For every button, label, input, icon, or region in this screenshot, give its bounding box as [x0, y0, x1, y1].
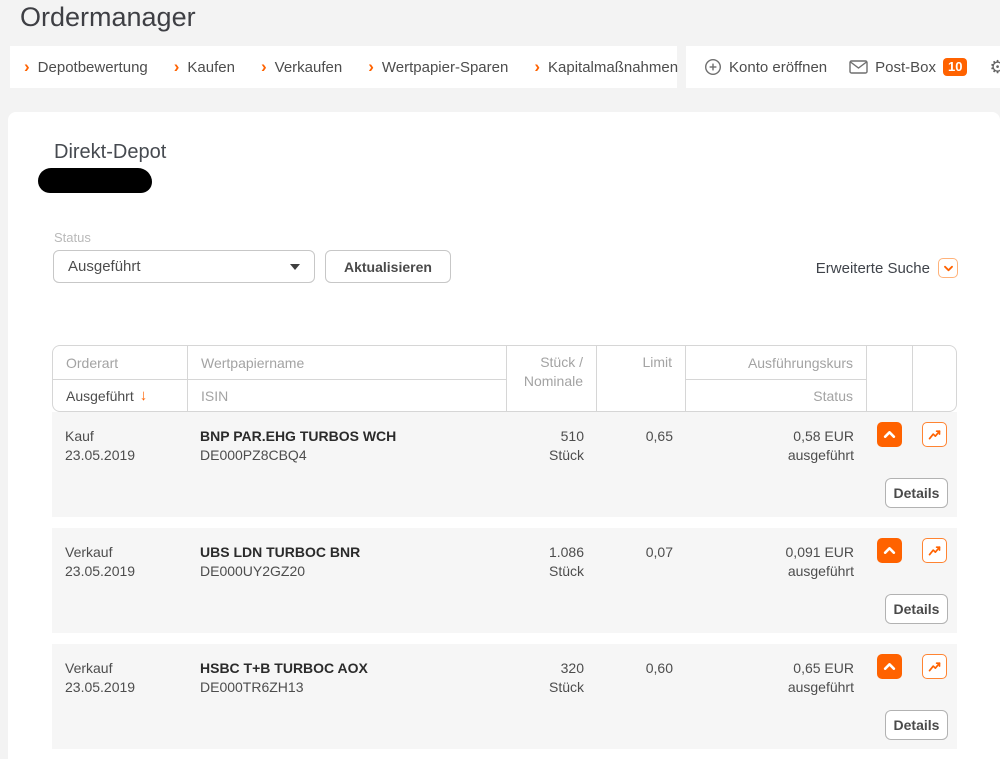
trending-chart-icon: [927, 543, 942, 558]
open-account-button[interactable]: Konto eröffnen: [704, 58, 827, 76]
nav-item-wertpapier-sparen[interactable]: › Wertpapier-Sparen: [368, 59, 508, 76]
nav-item-depotbewertung[interactable]: › Depotbewertung: [24, 59, 148, 76]
collapse-button[interactable]: [877, 654, 902, 679]
sort-desc-icon: ↓: [140, 387, 148, 404]
envelope-icon: [849, 60, 868, 74]
nav-item-kapitalmassnahmen[interactable]: › Kapitalmaßnahmen: [534, 59, 678, 76]
chevron-up-icon: [883, 546, 896, 555]
security-name-isin: UBS LDN TURBOC BNR DE000UY2GZ20: [187, 528, 506, 633]
header-sort-ausgefuehrt[interactable]: Ausgeführt ↓: [53, 380, 188, 411]
limit-cell: 0,60: [596, 644, 685, 749]
status-select-value: Ausgeführt: [68, 258, 141, 275]
service-button[interactable]: ⚙ Service: [989, 58, 1000, 76]
order-row: Verkauf 23.05.2019 HSBC T+B TURBOC AOX D…: [52, 644, 957, 749]
header-isin: ISIN: [188, 380, 507, 411]
price-status-cell: 0,091 EUR ausgeführt: [685, 528, 866, 633]
orders-table: Orderart Wertpapiername Stück /Nominale …: [52, 345, 957, 749]
nav-item-kaufen[interactable]: › Kaufen: [174, 59, 235, 76]
order-row: Verkauf 23.05.2019 UBS LDN TURBOC BNR DE…: [52, 528, 957, 633]
postbox-button[interactable]: Post-Box 10: [849, 58, 967, 76]
header-ausfuehrungskurs: Ausführungskurs: [686, 346, 867, 380]
limit-cell: 0,07: [596, 528, 685, 633]
status-filter-label: Status: [54, 230, 91, 245]
security-name-isin: HSBC T+B TURBOC AOX DE000TR6ZH13: [187, 644, 506, 749]
header-orderart: Orderart: [53, 346, 188, 380]
trending-chart-icon: [927, 659, 942, 674]
orders-table-header: Orderart Wertpapiername Stück /Nominale …: [52, 345, 957, 412]
nav-item-label: Kaufen: [187, 59, 235, 76]
nav-item-verkaufen[interactable]: › Verkaufen: [261, 59, 342, 76]
trending-chart-icon: [927, 427, 942, 442]
limit-cell: 0,65: [596, 412, 685, 517]
primary-nav: › Depotbewertung › Kaufen › Verkaufen › …: [10, 46, 677, 88]
order-row: Kauf 23.05.2019 BNP PAR.EHG TURBOS WCH D…: [52, 412, 957, 517]
nav-item-label: Depotbewertung: [38, 59, 148, 76]
security-name-isin: BNP PAR.EHG TURBOS WCH DE000PZ8CBQ4: [187, 412, 506, 517]
nav-item-label: Wertpapier-Sparen: [382, 59, 508, 76]
advanced-search-toggle[interactable]: Erweiterte Suche: [816, 258, 958, 278]
postbox-count-badge: 10: [943, 58, 967, 76]
secondary-nav: Konto eröffnen Post-Box 10 ⚙ Service: [686, 46, 1000, 88]
right-chevron-icon: ›: [174, 58, 180, 75]
select-caret-icon: [290, 264, 300, 270]
chart-button[interactable]: [922, 422, 947, 447]
header-status: Status: [686, 380, 867, 411]
content-card: Direkt-Depot Status Ausgeführt Aktualisi…: [8, 112, 1000, 759]
header-limit: Limit: [597, 346, 686, 411]
nav-item-label: Verkaufen: [275, 59, 343, 76]
header-icon-col-1: [867, 346, 913, 411]
price-status-cell: 0,58 EUR ausgeführt: [685, 412, 866, 517]
right-chevron-icon: ›: [24, 58, 30, 75]
details-button[interactable]: Details: [885, 710, 948, 740]
header-icon-col-2: [913, 346, 958, 411]
status-select[interactable]: Ausgeführt: [53, 250, 315, 283]
open-account-label: Konto eröffnen: [729, 59, 827, 76]
depot-title: Direkt-Depot: [54, 141, 166, 164]
right-chevron-icon: ›: [261, 58, 267, 75]
collapse-button[interactable]: [877, 422, 902, 447]
quantity-cell: 1.086 Stück: [506, 528, 596, 633]
header-wertpapiername: Wertpapiername: [188, 346, 507, 380]
advanced-search-label: Erweiterte Suche: [816, 260, 930, 277]
order-type-date: Verkauf 23.05.2019: [52, 528, 187, 633]
chevron-up-icon: [883, 662, 896, 671]
chart-button[interactable]: [922, 654, 947, 679]
header-stueck-nominale: Stück /Nominale: [507, 346, 597, 411]
plus-circle-icon: [704, 58, 722, 76]
chevron-down-icon[interactable]: [938, 258, 958, 278]
chevron-up-icon: [883, 430, 896, 439]
page-title: Ordermanager: [20, 2, 196, 33]
gear-icon: ⚙: [989, 58, 1000, 76]
right-chevron-icon: ›: [534, 58, 540, 75]
redacted-account-name: [38, 168, 152, 193]
quantity-cell: 320 Stück: [506, 644, 596, 749]
nav-item-label: Kapitalmaßnahmen: [548, 59, 678, 76]
order-type-date: Kauf 23.05.2019: [52, 412, 187, 517]
right-chevron-icon: ›: [368, 58, 374, 75]
details-button[interactable]: Details: [885, 594, 948, 624]
refresh-button[interactable]: Aktualisieren: [325, 250, 451, 283]
price-status-cell: 0,65 EUR ausgeführt: [685, 644, 866, 749]
chart-button[interactable]: [922, 538, 947, 563]
quantity-cell: 510 Stück: [506, 412, 596, 517]
details-button[interactable]: Details: [885, 478, 948, 508]
order-type-date: Verkauf 23.05.2019: [52, 644, 187, 749]
postbox-label: Post-Box: [875, 59, 936, 76]
collapse-button[interactable]: [877, 538, 902, 563]
